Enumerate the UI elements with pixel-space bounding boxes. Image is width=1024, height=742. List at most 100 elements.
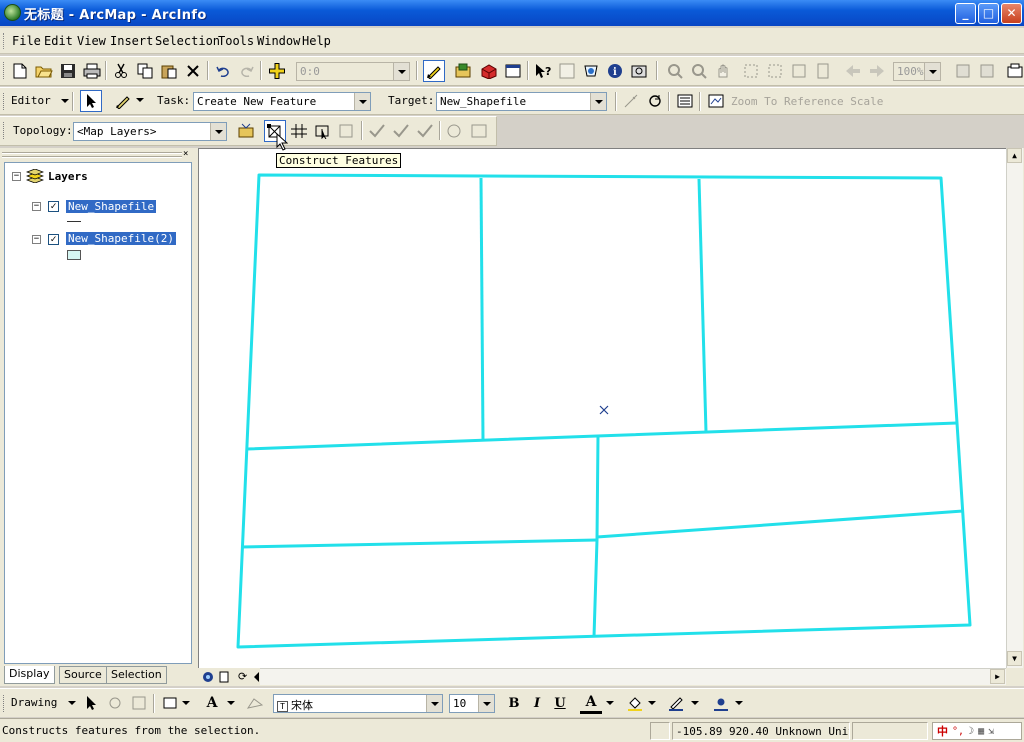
editor-menu[interactable]: Editor	[11, 94, 70, 107]
chevron-down-icon[interactable]	[735, 701, 743, 705]
validate-topology-icon[interactable]	[366, 120, 388, 142]
zoom-out-icon[interactable]	[688, 60, 710, 82]
menu-selection[interactable]: Selection	[155, 34, 220, 48]
new-text-icon[interactable]: A	[201, 692, 223, 714]
tab-selection[interactable]: Selection	[106, 666, 167, 684]
menu-help[interactable]: Help	[302, 34, 331, 48]
planarize-lines-icon[interactable]	[288, 120, 310, 142]
chevron-down-icon[interactable]	[210, 123, 226, 140]
divider-line[interactable]	[479, 177, 485, 441]
scroll-left-arrow-icon[interactable]	[254, 672, 259, 682]
chevron-down-icon[interactable]	[393, 63, 409, 80]
toc-dock-header[interactable]: ×	[2, 149, 194, 160]
back-extent-icon[interactable]	[842, 60, 864, 82]
chevron-down-icon[interactable]	[590, 93, 606, 110]
drawing-menu[interactable]: Drawing	[11, 696, 76, 709]
arctoolbox-icon[interactable]	[478, 60, 500, 82]
collapse-icon[interactable]: −	[32, 235, 41, 244]
chevron-down-icon[interactable]	[648, 701, 656, 705]
menu-edit[interactable]: Edit	[44, 34, 73, 48]
chevron-down-icon[interactable]	[478, 695, 494, 712]
toolbar-grip[interactable]	[3, 93, 6, 110]
toolbar-grip[interactable]	[3, 62, 6, 79]
scroll-down-arrow-icon[interactable]: ▼	[1007, 651, 1022, 666]
scroll-up-arrow-icon[interactable]: ▲	[1007, 148, 1022, 163]
layout-view-icon[interactable]	[556, 60, 578, 82]
shared-features-icon[interactable]	[336, 120, 358, 142]
close-icon[interactable]: ×	[183, 149, 188, 159]
edit-vertices-icon[interactable]	[244, 692, 266, 714]
new-icon[interactable]	[9, 60, 31, 82]
add-data-icon[interactable]	[266, 60, 288, 82]
zoom-whole-page-icon[interactable]	[812, 60, 834, 82]
fixed-zoom-out-icon[interactable]	[764, 60, 786, 82]
close-button[interactable]: ✕	[1001, 3, 1022, 24]
split-tool-icon[interactable]	[620, 90, 642, 112]
ime-punctuation-icon[interactable]: °,	[952, 726, 964, 737]
full-extent-icon[interactable]	[788, 60, 810, 82]
rotate-icon[interactable]	[104, 692, 126, 714]
edit-tool-arrow-icon[interactable]	[80, 90, 102, 112]
validate-area-icon[interactable]	[390, 120, 412, 142]
tab-source[interactable]: Source	[59, 666, 107, 684]
sketch-tool-pencil-icon[interactable]	[112, 90, 134, 112]
print-icon[interactable]	[81, 60, 103, 82]
toolbar-grip[interactable]	[3, 695, 6, 712]
menu-window[interactable]: Window	[257, 34, 300, 48]
rectangle-tool-icon[interactable]	[159, 692, 181, 714]
command-line-icon[interactable]	[502, 60, 524, 82]
ime-menu-icon[interactable]: ⇲	[988, 726, 994, 737]
open-icon[interactable]	[33, 60, 55, 82]
pan-icon[interactable]	[712, 60, 734, 82]
menubar-grip[interactable]	[3, 33, 6, 49]
layer-name-new-shapefile-2[interactable]: New_Shapefile(2)	[66, 232, 176, 245]
font-size-dropdown[interactable]: 10	[449, 694, 495, 713]
map-canvas[interactable]	[198, 148, 1006, 668]
delete-icon[interactable]	[182, 60, 204, 82]
refresh-icon[interactable]: ⟳	[238, 670, 252, 684]
find-icon[interactable]	[628, 60, 650, 82]
vertical-scrollbar[interactable]: ▲ ▼	[1006, 148, 1023, 668]
chevron-down-icon[interactable]	[182, 701, 190, 705]
task-dropdown[interactable]: Create New Feature	[193, 92, 371, 111]
copy-icon[interactable]	[134, 60, 156, 82]
layer-visibility-checkbox[interactable]: ✓	[48, 234, 59, 245]
chevron-down-icon[interactable]	[924, 63, 940, 80]
map-scale-combo[interactable]: 0:0	[296, 62, 410, 81]
horizontal-scrollbar[interactable]: ▶	[260, 668, 1006, 685]
data-view-icon[interactable]	[202, 671, 214, 683]
italic-button[interactable]: I	[526, 692, 548, 714]
divider-line[interactable]	[240, 538, 598, 549]
ime-language-bar[interactable]: 中 °, ☽ ▦ ⇲	[932, 722, 1022, 740]
outer-boundary-line[interactable]	[236, 173, 972, 649]
redo-icon[interactable]	[236, 60, 258, 82]
divider-line[interactable]	[596, 509, 964, 539]
layer-name-new-shapefile[interactable]: New_Shapefile	[66, 200, 157, 213]
focus-data-frame-icon[interactable]	[976, 60, 998, 82]
arcmap-app-icon[interactable]	[4, 4, 21, 21]
fixed-zoom-in-icon[interactable]	[740, 60, 762, 82]
undo-icon[interactable]	[212, 60, 234, 82]
arccatalog-icon[interactable]	[452, 60, 474, 82]
identify-icon[interactable]: i	[604, 60, 626, 82]
validate-extent-icon[interactable]	[414, 120, 436, 142]
zoom-to-selected-icon[interactable]	[128, 692, 150, 714]
editor-toolbar-icon[interactable]	[423, 60, 445, 82]
chevron-down-icon[interactable]	[691, 701, 699, 705]
chevron-down-icon[interactable]	[227, 701, 235, 705]
collapse-icon[interactable]: −	[32, 202, 41, 211]
map-topology-icon[interactable]	[235, 120, 257, 142]
select-elements-icon[interactable]	[80, 692, 102, 714]
whats-this-icon[interactable]: ?	[532, 60, 554, 82]
rotate-tool-icon[interactable]	[644, 90, 666, 112]
layout-view-icon[interactable]	[218, 671, 230, 683]
zoom-to-reference-scale-button[interactable]: Zoom To Reference Scale	[731, 95, 883, 108]
scroll-right-arrow-icon[interactable]: ▶	[990, 669, 1005, 684]
toggle-draft-icon[interactable]	[952, 60, 974, 82]
bold-button[interactable]: B	[503, 692, 525, 714]
font-name-dropdown[interactable]: T 宋体	[273, 694, 443, 713]
collapse-icon[interactable]: −	[12, 172, 21, 181]
fix-topology-error-icon[interactable]	[443, 120, 465, 142]
font-color-button[interactable]: A	[580, 692, 602, 714]
chevron-down-icon[interactable]	[606, 701, 614, 705]
